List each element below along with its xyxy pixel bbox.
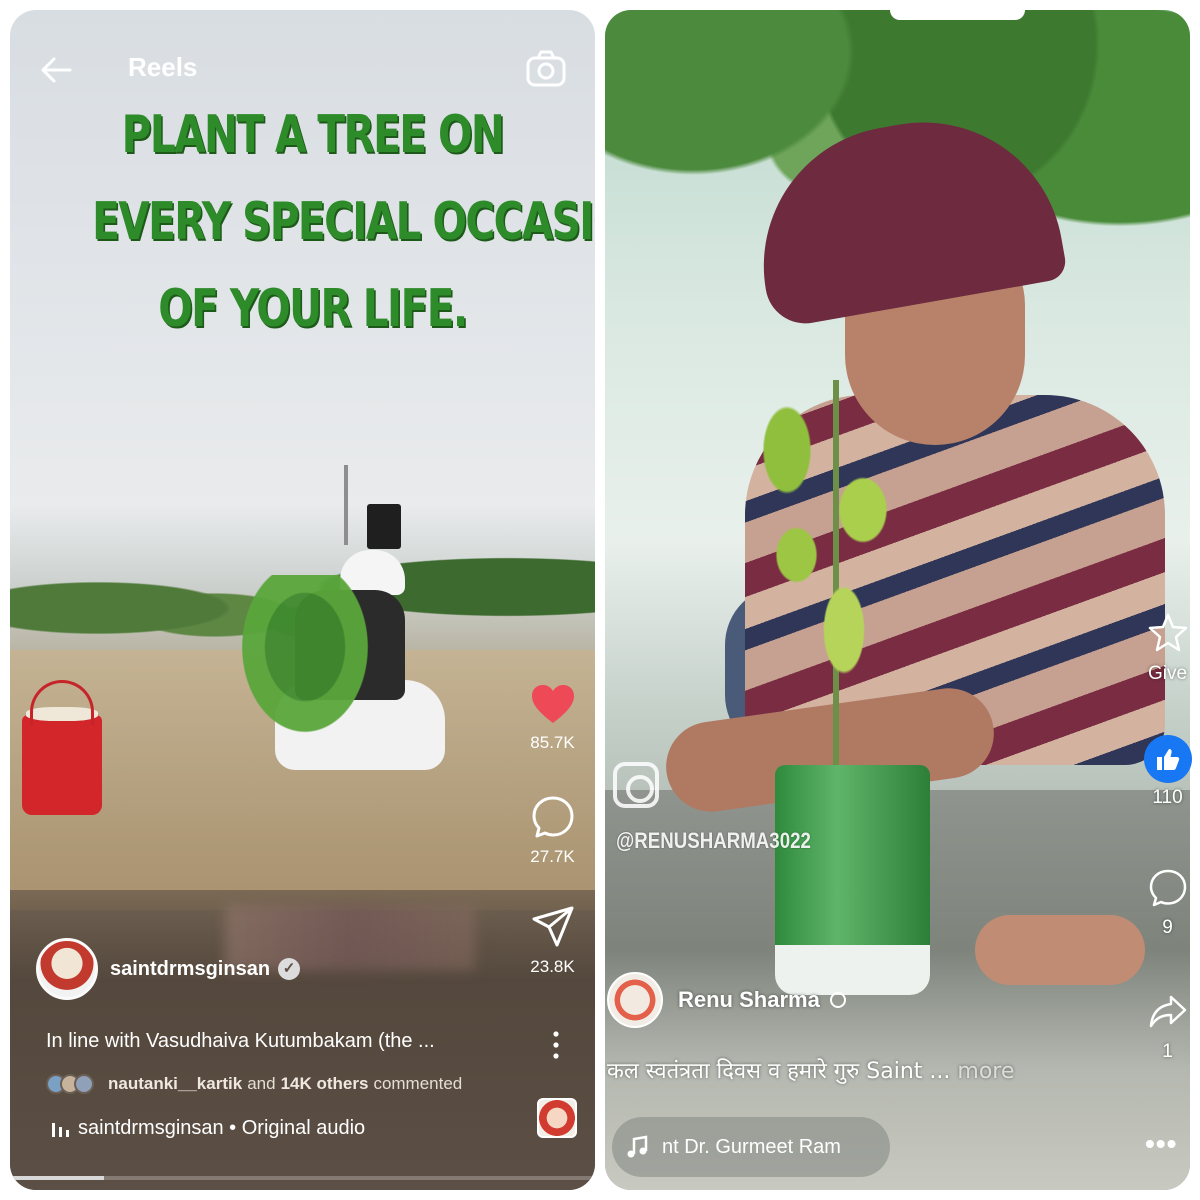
avatar[interactable]	[607, 972, 663, 1028]
reel-headline: PLANT A TREE ON EVERY SPECIAL OCCASION O…	[92, 92, 595, 353]
reel-progress-bar[interactable]	[10, 1176, 595, 1180]
comment-icon[interactable]	[1148, 868, 1188, 908]
reel-caption-fb[interactable]: कल स्वतंत्रता दिवस व हमारे गुरु Saint ..…	[607, 1055, 1014, 1085]
comment-action-fb[interactable]: 9	[1140, 868, 1195, 939]
author-row: saintdrmsginsan ✓	[36, 937, 301, 1001]
author-username[interactable]: saintdrmsginsan	[110, 958, 270, 981]
audio-label-fb: nt Dr. Gurmeet Ram	[662, 1135, 841, 1158]
like-icon[interactable]	[1143, 735, 1192, 783]
heart-icon[interactable]	[530, 683, 576, 725]
more-vertical-icon[interactable]	[548, 1030, 564, 1060]
reels-header: Reels	[10, 40, 595, 100]
commenters-row[interactable]: nautanki__kartik and 14K others commente…	[46, 1074, 462, 1094]
phone-notch	[890, 10, 1025, 20]
background-pole	[344, 465, 348, 545]
comment-count-fb: 9	[1162, 917, 1173, 938]
share-action[interactable]: 23.8K	[515, 905, 590, 977]
audio-pill[interactable]: nt Dr. Gurmeet Ram	[612, 1117, 890, 1177]
headline-line-1: PLANT A TREE ON	[121, 105, 505, 165]
verified-badge-icon: ✓	[278, 958, 301, 980]
camera-icon[interactable]	[525, 48, 567, 90]
like-action[interactable]: 85.7K	[515, 683, 590, 753]
plant-leaves	[730, 390, 920, 690]
audio-label: saintdrmsginsan • Original audio	[78, 1117, 366, 1139]
caption-text: कल स्वतंत्रता दिवस व हमारे गुरु Saint ..…	[607, 1059, 951, 1084]
instagram-icon	[613, 762, 659, 808]
audio-bars-icon	[52, 1122, 69, 1137]
author-name[interactable]: Renu Sharma	[678, 987, 820, 1013]
avatar[interactable]	[36, 938, 98, 1000]
green-can-pot	[775, 765, 930, 995]
comment-count: 27.7K	[530, 847, 575, 866]
commenters-suffix: commented	[373, 1074, 463, 1093]
like-count: 85.7K	[530, 733, 575, 752]
headline-line-2: EVERY SPECIAL OCCASION	[92, 192, 595, 252]
star-icon[interactable]	[1147, 612, 1189, 654]
reel-progress-fill	[10, 1176, 104, 1180]
share-count: 23.8K	[530, 957, 575, 976]
audio-row[interactable]: saintdrmsginsan • Original audio	[50, 1117, 365, 1140]
reels-title: Reels	[128, 52, 198, 82]
comment-icon[interactable]	[531, 795, 575, 839]
like-count-fb: 110	[1152, 787, 1183, 808]
headline-line-3: OF YOUR LIFE.	[158, 279, 468, 339]
commenter-username: nautanki__kartik	[108, 1074, 243, 1093]
more-options-icon[interactable]: •••	[1145, 1128, 1177, 1160]
background-speaker	[367, 504, 401, 549]
sapling	[225, 575, 385, 755]
commenters-others: 14K others	[280, 1074, 369, 1093]
screenshot-collage: PLANT A TREE ON EVERY SPECIAL OCCASION O…	[0, 0, 1200, 1200]
audio-thumbnail[interactable]	[537, 1098, 577, 1138]
instagram-reel-panel: PLANT A TREE ON EVERY SPECIAL OCCASION O…	[10, 10, 595, 1190]
red-bucket	[22, 680, 102, 815]
author-row-fb: Renu Sharma	[607, 972, 846, 1028]
share-action-fb[interactable]: 1	[1140, 992, 1195, 1063]
give-stars-action[interactable]: Give	[1140, 612, 1195, 685]
reel-caption[interactable]: In line with Vasudhaiva Kutumbakam (the …	[46, 1030, 435, 1053]
send-icon[interactable]	[531, 905, 575, 949]
commenters-joiner: and	[247, 1074, 276, 1093]
watermark-handle: @RENUSHARMA3022	[616, 828, 811, 853]
commenter-avatars	[46, 1074, 102, 1094]
like-action-fb[interactable]: 110	[1140, 735, 1195, 809]
back-arrow-icon[interactable]	[36, 50, 76, 90]
give-label: Give	[1147, 663, 1188, 684]
caption-more-link[interactable]: more	[957, 1059, 1014, 1084]
globe-icon	[829, 992, 846, 1008]
share-count-fb: 1	[1162, 1041, 1173, 1062]
comment-action[interactable]: 27.7K	[515, 795, 590, 867]
share-icon[interactable]	[1148, 992, 1188, 1032]
music-note-icon	[627, 1135, 648, 1158]
